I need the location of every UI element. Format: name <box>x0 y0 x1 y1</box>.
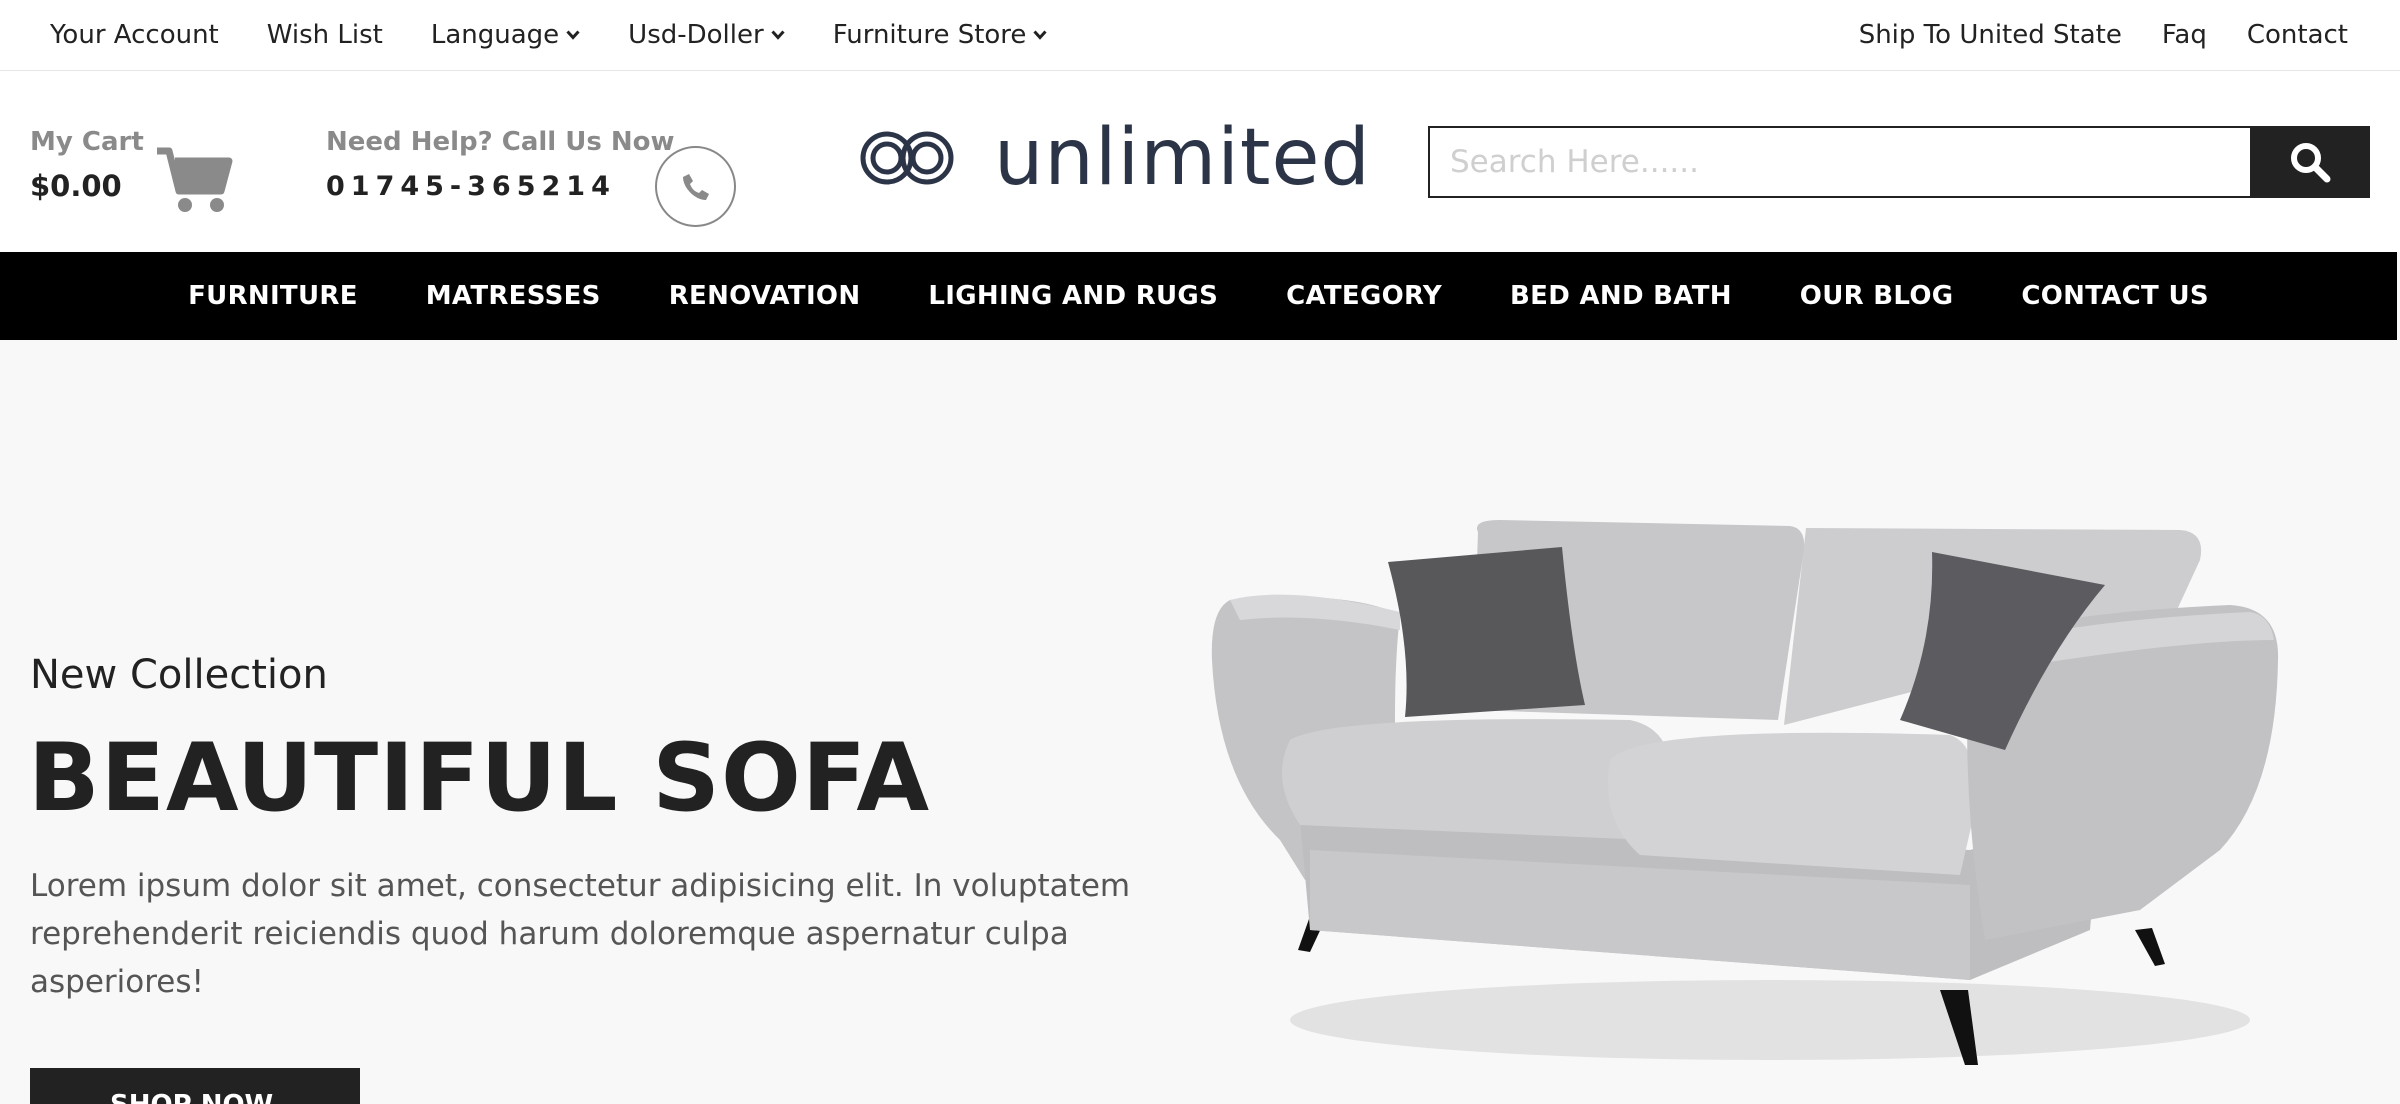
nav-lighing-and-rugs[interactable]: LIGHING AND RUGS <box>928 281 1218 311</box>
ship-to-link[interactable]: Ship To United State <box>1859 20 2122 50</box>
main-navigation: FURNITURE MATRESSES RENOVATION LIGHING A… <box>0 252 2397 340</box>
hero-headline: BEAUTIFUL SOFA <box>28 724 931 833</box>
nav-matresses[interactable]: MATRESSES <box>426 281 601 311</box>
chevron-down-icon <box>1033 30 1048 40</box>
chevron-down-icon <box>566 30 580 40</box>
top-links-left: Your Account Wish List Language Usd-Doll… <box>50 20 1095 50</box>
top-utility-bar: Your Account Wish List Language Usd-Doll… <box>0 0 2400 71</box>
faq-link[interactable]: Faq <box>2162 20 2207 50</box>
cart-widget[interactable]: My Cart $0.00 <box>30 127 233 212</box>
hero-subtitle: New Collection <box>30 652 328 698</box>
logo-text: unlimited <box>994 113 1371 203</box>
help-label: Need Help? Call Us Now <box>326 127 675 157</box>
cart-icon <box>157 147 233 212</box>
contact-link[interactable]: Contact <box>2247 20 2348 50</box>
phone-button[interactable] <box>655 146 736 227</box>
site-logo[interactable]: unlimited <box>858 119 1371 197</box>
nav-furniture[interactable]: FURNITURE <box>188 281 358 311</box>
cart-label: My Cart <box>30 127 144 157</box>
wish-list-link[interactable]: Wish List <box>267 20 383 50</box>
phone-icon <box>682 173 709 200</box>
cart-amount: $0.00 <box>30 169 122 203</box>
hero-description: Lorem ipsum dolor sit amet, consectetur … <box>30 868 1131 1000</box>
site-header: My Cart $0.00 Need Help? Call Us Now 017… <box>0 71 2400 252</box>
phone-number[interactable]: 01745-365214 <box>326 171 675 202</box>
your-account-label: Your Account <box>50 20 219 50</box>
search-input[interactable] <box>1428 126 2250 198</box>
store-dropdown[interactable]: Furniture Store <box>833 20 1048 50</box>
nav-our-blog[interactable]: OUR BLOG <box>1800 281 1954 311</box>
help-contact: Need Help? Call Us Now 01745-365214 <box>326 127 675 202</box>
language-label: Language <box>430 20 560 50</box>
nav-bed-and-bath[interactable]: BED AND BATH <box>1510 281 1732 311</box>
language-dropdown[interactable]: Language <box>431 20 580 50</box>
nav-renovation[interactable]: RENOVATION <box>669 281 861 311</box>
search-bar <box>1428 126 2370 198</box>
chevron-down-icon <box>771 30 785 40</box>
store-label: Furniture Store <box>832 20 1027 50</box>
currency-dropdown[interactable]: Usd-Doller <box>628 20 785 50</box>
top-links-right: Ship To United State Faq Contact <box>1819 20 2348 50</box>
your-account-link[interactable]: Your Account <box>50 20 219 50</box>
nav-contact-us[interactable]: CONTACT US <box>2021 281 2209 311</box>
search-button[interactable] <box>2250 126 2370 198</box>
sofa-image <box>1211 520 2279 1065</box>
currency-label: Usd-Doller <box>628 20 764 50</box>
wish-list-label: Wish List <box>266 20 383 50</box>
nav-category[interactable]: CATEGORY <box>1286 281 1442 311</box>
search-icon <box>2291 143 2331 183</box>
infinity-logo-icon <box>860 131 954 185</box>
shop-now-button[interactable]: SHOP NOW <box>30 1068 360 1104</box>
hero-banner: New Collection BEAUTIFUL SOFA Lorem ipsu… <box>0 340 2400 1104</box>
